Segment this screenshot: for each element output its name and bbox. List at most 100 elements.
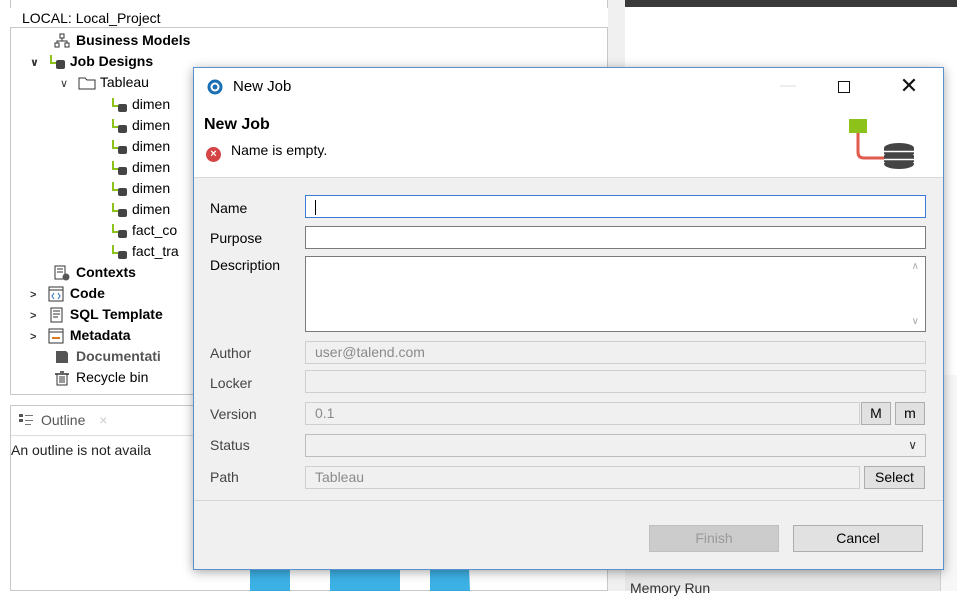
- outline-icon: [19, 413, 33, 425]
- dialog-header: New Job × Name is empty.: [194, 106, 943, 178]
- business-models-icon: [54, 33, 72, 49]
- maximize-button[interactable]: [824, 71, 864, 101]
- dialog-window-title: New Job: [233, 78, 292, 95]
- tree-item-label: SQL Template: [69, 306, 163, 322]
- chevron-down-icon[interactable]: ∨: [60, 74, 74, 95]
- job-banner-icon: [849, 119, 914, 169]
- author-field: user@talend.com: [305, 341, 926, 364]
- tree-item-label: Metadata: [69, 327, 131, 343]
- new-job-dialog: New Job — ✕ New Job × Name is empty. Name…: [193, 67, 944, 570]
- dialog-heading: New Job: [204, 116, 270, 133]
- version-field: 0.1: [305, 402, 860, 425]
- tree-item-tableau[interactable]: ∨ Tableau: [60, 72, 149, 93]
- job-icon: [110, 160, 128, 176]
- code-icon: [48, 286, 66, 302]
- job-icon: [110, 97, 128, 113]
- description-label: Description: [210, 257, 281, 273]
- outline-tab-label: Outline: [41, 412, 86, 428]
- tab-outline[interactable]: Outline ×: [19, 412, 107, 428]
- tree-item-recycle-bin[interactable]: Recycle bin: [54, 367, 148, 388]
- tree-item-metadata[interactable]: > Metadata: [30, 325, 131, 346]
- name-label: Name: [210, 200, 248, 216]
- tree-item-sql-templates[interactable]: > SQL Template: [30, 304, 163, 325]
- chevron-down-icon: ∨: [908, 438, 917, 452]
- memory-run-tab[interactable]: Memory Run: [630, 580, 710, 596]
- tree-item-job[interactable]: dimen: [110, 157, 170, 178]
- tree-item-label: dimen: [132, 138, 171, 154]
- tree-item-job[interactable]: dimen: [110, 199, 170, 220]
- tree-item-label: Job Designs: [69, 53, 154, 69]
- tree-item-job[interactable]: fact_co: [110, 220, 177, 241]
- contexts-icon: [54, 265, 72, 281]
- chevron-down-icon[interactable]: ∨: [30, 53, 44, 74]
- tree-item-label: Documentati: [76, 348, 161, 364]
- chevron-right-icon[interactable]: >: [30, 285, 44, 306]
- tree-item-job[interactable]: dimen: [110, 94, 170, 115]
- outline-empty-message: An outline is not availa: [11, 442, 152, 458]
- tree-item-label: dimen: [132, 201, 171, 217]
- tree-item-label: dimen: [132, 159, 171, 175]
- purpose-field[interactable]: [305, 226, 926, 249]
- tree-item-job-designs[interactable]: ∨ Job Designs: [30, 51, 153, 72]
- error-message: × Name is empty.: [206, 142, 327, 162]
- chevron-right-icon[interactable]: >: [30, 306, 44, 327]
- author-label: Author: [210, 345, 252, 361]
- tree-item-label: dimen: [132, 117, 171, 133]
- tree-item-documentation[interactable]: Documentati: [54, 346, 161, 367]
- recycle-bin-icon: [54, 370, 72, 386]
- tree-item-job[interactable]: fact_tra: [110, 241, 179, 262]
- tree-item-label: dimen: [132, 180, 171, 196]
- tree-item-label: Tableau: [99, 74, 149, 90]
- tree-item-job[interactable]: dimen: [110, 178, 170, 199]
- metadata-icon: [48, 328, 66, 344]
- name-field[interactable]: [305, 195, 926, 218]
- path-field: Tableau: [305, 466, 860, 489]
- description-field[interactable]: ∧ ∨: [305, 256, 926, 332]
- tree-item-label: Business Models: [76, 32, 191, 48]
- close-icon[interactable]: ×: [99, 412, 107, 428]
- folder-icon: [78, 75, 96, 91]
- editor-top-bar: [625, 0, 957, 7]
- close-button[interactable]: ✕: [889, 71, 929, 101]
- documentation-icon: [54, 349, 72, 365]
- job-icon: [110, 181, 128, 197]
- tree-item-contexts[interactable]: Contexts: [54, 262, 136, 283]
- path-label: Path: [210, 469, 239, 485]
- tree-item-label: Contexts: [76, 264, 136, 280]
- status-select[interactable]: ∨: [305, 434, 926, 457]
- tree-item-label: fact_tra: [132, 243, 179, 259]
- footer-divider: [194, 500, 943, 501]
- job-icon: [110, 244, 128, 260]
- tree-item-job[interactable]: dimen: [110, 115, 170, 136]
- cancel-button[interactable]: Cancel: [793, 525, 923, 552]
- repository-root-label[interactable]: LOCAL: Local_Project: [10, 8, 608, 28]
- minor-version-button[interactable]: m: [895, 402, 925, 425]
- dialog-titlebar[interactable]: New Job — ✕: [194, 68, 943, 106]
- job-icon: [110, 139, 128, 155]
- tree-item-label: fact_co: [132, 222, 178, 238]
- minimize-button[interactable]: —: [768, 71, 808, 101]
- scroll-down-icon[interactable]: ∨: [912, 316, 919, 327]
- version-label: Version: [210, 406, 257, 422]
- status-label: Status: [210, 437, 250, 453]
- purpose-label: Purpose: [210, 230, 263, 246]
- tree-item-label: dimen: [132, 96, 171, 112]
- chevron-right-icon[interactable]: >: [30, 327, 44, 348]
- select-path-button[interactable]: Select: [864, 466, 925, 489]
- job-icon: [110, 118, 128, 134]
- finish-button[interactable]: Finish: [649, 525, 779, 552]
- tree-item-label: Recycle bin: [76, 369, 149, 385]
- error-icon: ×: [206, 147, 221, 162]
- maximize-icon: [838, 81, 850, 94]
- tree-item-job[interactable]: dimen: [110, 136, 170, 157]
- sql-template-icon: [48, 307, 66, 323]
- text-caret: [315, 199, 316, 215]
- locker-label: Locker: [210, 375, 253, 391]
- error-text: Name is empty.: [231, 142, 328, 158]
- tree-item-business-models[interactable]: Business Models: [54, 30, 190, 51]
- talend-logo-icon: [207, 79, 223, 95]
- locker-field: [305, 370, 926, 393]
- scroll-up-icon[interactable]: ∧: [912, 261, 919, 272]
- major-version-button[interactable]: M: [861, 402, 891, 425]
- tree-item-code[interactable]: > Code: [30, 283, 105, 304]
